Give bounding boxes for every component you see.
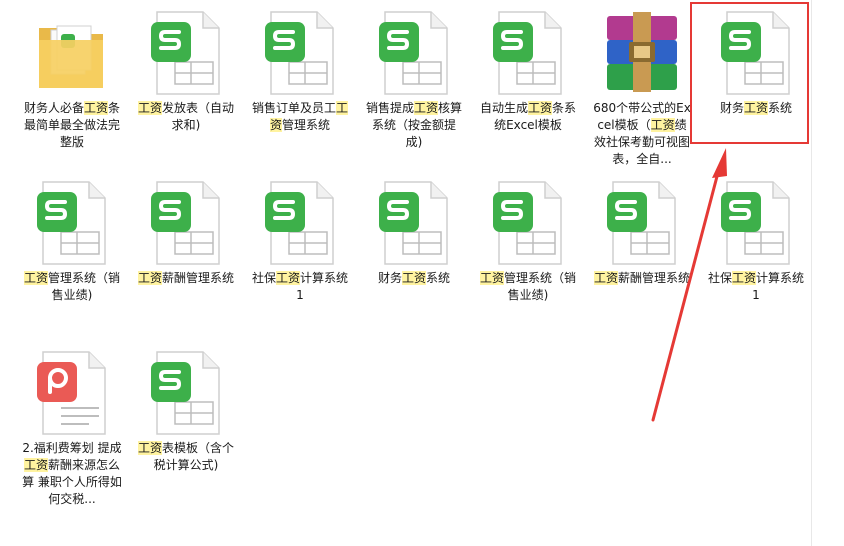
- search-match-highlight: 工资: [137, 441, 162, 455]
- search-match-highlight: 工资: [137, 101, 162, 115]
- file-item[interactable]: 销售提成工资核算系统（按金额提成): [358, 2, 470, 172]
- file-item[interactable]: 财务工资系统: [358, 172, 470, 342]
- search-match-highlight: 工资: [731, 271, 756, 285]
- search-match-highlight: 工资: [275, 271, 300, 285]
- search-match-highlight: 工资: [401, 271, 426, 285]
- file-name-text: 管理系统（销售业绩): [48, 271, 121, 302]
- search-match-highlight: 工资: [413, 101, 438, 115]
- file-name-label: 自动生成工资条系统Excel模板: [478, 100, 578, 134]
- file-item[interactable]: 2.福利费筹划 提成工资薪酬来源怎么算 兼职个人所得如何交税...: [16, 342, 128, 512]
- file-item[interactable]: 工资发放表（自动求和): [130, 2, 242, 172]
- search-match-highlight: 工资: [137, 271, 162, 285]
- spreadsheet-icon: [145, 350, 227, 436]
- file-name-label: 工资发放表（自动求和): [136, 100, 236, 134]
- file-name-text: 财务人必备: [23, 101, 84, 115]
- spreadsheet-icon: [259, 10, 341, 96]
- file-item[interactable]: 工资表模板（含个税计算公式): [130, 342, 242, 512]
- file-item[interactable]: 工资管理系统（销售业绩): [472, 172, 584, 342]
- spreadsheet-icon: [145, 180, 227, 266]
- presentation-icon: [31, 350, 113, 436]
- file-item[interactable]: 销售订单及员工工资管理系统: [244, 2, 356, 172]
- file-name-label: 社保工资计算系统1: [706, 270, 806, 304]
- search-match-highlight: 工资: [593, 271, 618, 285]
- file-name-text: 管理系统: [282, 118, 331, 132]
- file-name-label: 财务工资系统: [364, 270, 464, 287]
- file-item[interactable]: 工资管理系统（销售业绩): [16, 172, 128, 342]
- spreadsheet-icon: [259, 180, 341, 266]
- spreadsheet-icon: [487, 180, 569, 266]
- file-name-label: 销售提成工资核算系统（按金额提成): [364, 100, 464, 151]
- search-match-highlight: 工资: [527, 101, 552, 115]
- file-name-label: 销售订单及员工工资管理系统: [250, 100, 350, 134]
- file-name-text: 薪酬管理系统: [162, 271, 235, 285]
- file-name-text: 计算系统1: [296, 271, 349, 302]
- file-name-text: 社保: [251, 271, 276, 285]
- file-name-label: 2.福利费筹划 提成工资薪酬来源怎么算 兼职个人所得如何交税...: [22, 440, 122, 508]
- search-match-highlight: 工资: [650, 118, 675, 132]
- search-match-highlight: 工资: [479, 271, 504, 285]
- selection-highlight-box: [690, 2, 809, 144]
- file-name-label: 工资管理系统（销售业绩): [478, 270, 578, 304]
- spreadsheet-icon: [145, 10, 227, 96]
- file-name-text: 表模板（含个税计算公式): [153, 441, 235, 472]
- file-name-text: 财务: [377, 271, 402, 285]
- search-match-highlight: 工资: [23, 458, 48, 472]
- file-item[interactable]: 工资薪酬管理系统: [586, 172, 698, 342]
- scrollbar-track[interactable]: [811, 0, 812, 546]
- file-name-text: 社保: [707, 271, 732, 285]
- file-name-text: 薪酬管理系统: [618, 271, 691, 285]
- file-name-text: 计算系统1: [752, 271, 805, 302]
- file-name-text: 自动生成: [479, 101, 528, 115]
- file-name-text: 系统: [426, 271, 451, 285]
- spreadsheet-icon: [487, 10, 569, 96]
- file-name-text: 销售提成: [365, 101, 414, 115]
- spreadsheet-icon: [373, 180, 455, 266]
- file-item[interactable]: 工资薪酬管理系统: [130, 172, 242, 342]
- spreadsheet-icon: [31, 180, 113, 266]
- file-name-label: 社保工资计算系统1: [250, 270, 350, 304]
- file-name-text: 2.福利费筹划 提成: [22, 441, 122, 455]
- file-item[interactable]: 财务人必备工资条最简单最全做法完整版: [16, 2, 128, 172]
- file-item[interactable]: 自动生成工资条系统Excel模板: [472, 2, 584, 172]
- file-name-label: 财务人必备工资条最简单最全做法完整版: [22, 100, 122, 151]
- file-name-text: 销售订单及员工: [251, 101, 336, 115]
- archive-icon: [601, 10, 683, 96]
- spreadsheet-icon: [715, 180, 797, 266]
- file-name-text: 发放表（自动求和): [162, 101, 235, 132]
- folder-icon: [31, 10, 113, 96]
- file-name-label: 工资薪酬管理系统: [136, 270, 236, 287]
- file-item[interactable]: 社保工资计算系统1: [700, 172, 812, 342]
- spreadsheet-icon: [373, 10, 455, 96]
- search-match-highlight: 工资: [23, 271, 48, 285]
- file-item[interactable]: 社保工资计算系统1: [244, 172, 356, 342]
- spreadsheet-icon: [601, 180, 683, 266]
- file-name-label: 680个带公式的Excel模板（工资绩效社保考勤可视图表，全自...: [592, 100, 692, 168]
- file-item[interactable]: 680个带公式的Excel模板（工资绩效社保考勤可视图表，全自...: [586, 2, 698, 172]
- file-name-label: 工资管理系统（销售业绩): [22, 270, 122, 304]
- search-match-highlight: 工资: [83, 101, 108, 115]
- file-name-label: 工资薪酬管理系统: [592, 270, 692, 287]
- file-name-text: 管理系统（销售业绩): [504, 271, 577, 302]
- file-name-label: 工资表模板（含个税计算公式): [136, 440, 236, 474]
